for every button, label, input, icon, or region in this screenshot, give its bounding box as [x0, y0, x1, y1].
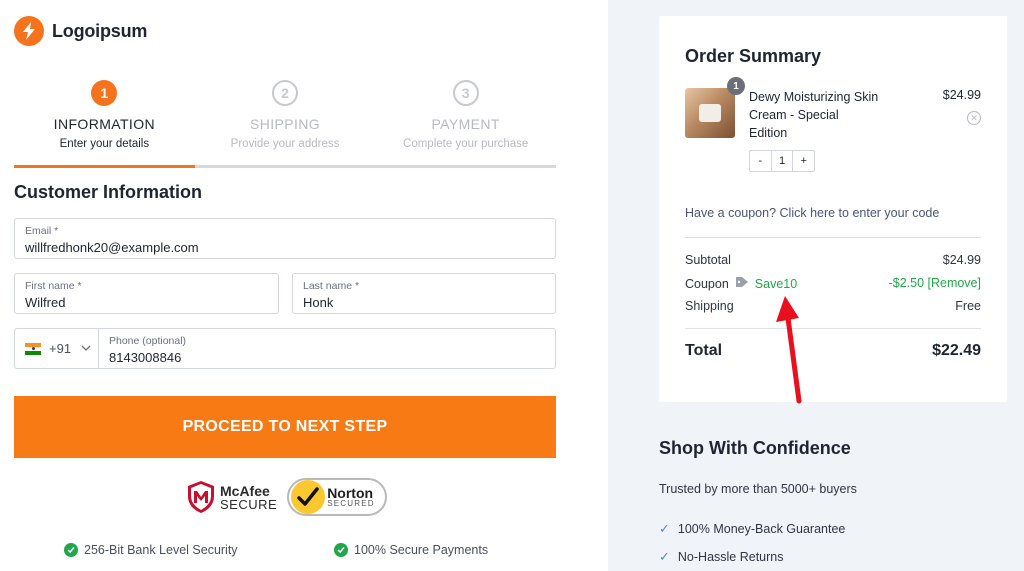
remove-item-icon[interactable]: ✕	[967, 111, 981, 125]
order-summary-heading: Order Summary	[685, 46, 822, 66]
country-code-select[interactable]: +91	[15, 329, 99, 368]
divider	[685, 328, 981, 329]
checkmark-icon: ✓	[659, 549, 670, 564]
coupon-code: Save10	[754, 276, 798, 291]
step-number: 3	[452, 80, 479, 106]
proceed-next-step-button[interactable]: PROCEED TO NEXT STEP	[14, 396, 556, 458]
norton-sub: SECURED	[327, 499, 375, 508]
subtotal-row: Subtotal $24.99	[685, 253, 981, 267]
checkout-steps: 1 INFORMATION Enter your details 2 SHIPP…	[14, 80, 557, 168]
shop-with-confidence-heading: Shop With Confidence	[659, 438, 851, 458]
product-name: Dewy Moisturizing Skin Cream - Special E…	[749, 90, 879, 140]
customer-information-heading: Customer Information	[14, 182, 203, 202]
confidence-item: ✓ 100% Money-Back Guarantee	[659, 521, 845, 537]
step-progress-bar	[14, 165, 195, 168]
last-name-value[interactable]: Honk	[303, 295, 545, 310]
country-code: +91	[49, 341, 72, 356]
phone-value[interactable]: 8143008846	[109, 350, 545, 365]
mcafee-shield-icon	[188, 481, 214, 513]
check-circle-icon	[64, 543, 78, 557]
step-title: SHIPPING	[249, 116, 321, 132]
coupon-prompt-link[interactable]: Have a coupon? Click here to enter your …	[685, 206, 939, 220]
shipping-value: Free	[955, 299, 981, 313]
shipping-row: Shipping Free	[685, 299, 981, 313]
tag-icon	[735, 276, 749, 291]
step-payment[interactable]: 3 PAYMENT Complete your purchase	[375, 80, 557, 168]
mcafee-secure-badge: McAfee SECURE	[186, 480, 277, 514]
total-value: $22.49	[932, 342, 981, 359]
trust-item: 256-Bit Bank Level Security	[64, 543, 238, 557]
step-subtitle: Provide your address	[230, 138, 340, 150]
step-shipping[interactable]: 2 SHIPPING Provide your address	[194, 80, 376, 168]
total-label: Total	[685, 342, 723, 359]
trust-item: 100% Secure Payments	[334, 543, 488, 557]
remove-coupon-link[interactable]: -$2.50 [Remove]	[889, 276, 981, 291]
increase-quantity-button[interactable]: +	[793, 151, 814, 171]
total-row: Total $22.49	[685, 342, 981, 360]
mcafee-name: McAfee	[220, 482, 270, 499]
email-value[interactable]: willfredhonk20@example.com	[25, 240, 545, 255]
norton-check-icon	[291, 480, 326, 514]
phone-label: Phone (optional)	[109, 335, 187, 347]
step-title: INFORMATION	[53, 116, 156, 132]
subtotal-label: Subtotal	[685, 253, 731, 267]
first-name-value[interactable]: Wilfred	[25, 295, 268, 310]
step-number: 1	[91, 80, 118, 106]
coupon-row: Coupon Save10 -$2.50 [Remove]	[685, 276, 981, 291]
last-name-field[interactable]: Last name * Honk	[292, 273, 556, 314]
chevron-down-icon	[81, 343, 91, 354]
mcafee-sub: SECURE	[220, 496, 278, 512]
checkmark-icon: ✓	[659, 521, 670, 536]
first-name-label: First name *	[25, 280, 82, 292]
brand-name: Logoipsum	[52, 20, 148, 41]
trust-item-label: 256-Bit Bank Level Security	[84, 543, 238, 557]
decrease-quantity-button[interactable]: -	[750, 151, 771, 171]
india-flag-icon	[25, 342, 41, 355]
step-subtitle: Complete your purchase	[403, 138, 529, 150]
quantity-badge: 1	[727, 77, 745, 95]
brand-logo[interactable]: Logoipsum	[14, 16, 147, 46]
step-title: PAYMENT	[431, 116, 500, 132]
phone-field[interactable]: +91 Phone (optional) 8143008846	[14, 328, 556, 369]
email-field[interactable]: Email * willfredhonk20@example.com	[14, 218, 556, 259]
confidence-subtitle: Trusted by more than 5000+ buyers	[659, 482, 857, 496]
check-circle-icon	[334, 543, 348, 557]
norton-secured-badge: Norton SECURED	[287, 478, 387, 516]
confidence-item-label: 100% Money-Back Guarantee	[677, 522, 846, 536]
confidence-item-label: No-Hassle Returns	[677, 550, 784, 564]
first-name-field[interactable]: First name * Wilfred	[14, 273, 279, 314]
step-progress-bar	[194, 165, 376, 168]
product-thumbnail	[685, 88, 735, 138]
last-name-label: Last name *	[303, 280, 360, 292]
product-price: $24.99	[942, 88, 981, 102]
subtotal-value: $24.99	[942, 253, 981, 267]
shipping-label: Shipping	[685, 299, 734, 313]
quantity-stepper[interactable]: - 1 +	[749, 150, 815, 172]
step-information[interactable]: 1 INFORMATION Enter your details	[14, 80, 195, 168]
security-badges: McAfee SECURE Norton SECURED	[186, 478, 387, 516]
order-summary-card: Order Summary 1 Dewy Moisturizing Skin C…	[659, 16, 1007, 402]
lightning-icon	[14, 16, 44, 46]
checkout-form-panel: Logoipsum 1 INFORMATION Enter your detai…	[0, 0, 608, 571]
divider	[685, 237, 981, 238]
trust-item-label: 100% Secure Payments	[354, 543, 489, 557]
email-label: Email *	[25, 225, 59, 237]
norton-name: Norton	[327, 485, 374, 501]
confidence-item: ✓ No-Hassle Returns	[659, 549, 784, 565]
order-sidebar: Order Summary 1 Dewy Moisturizing Skin C…	[608, 0, 1024, 571]
quantity-value[interactable]: 1	[770, 151, 794, 171]
step-progress-bar	[375, 165, 557, 168]
step-number: 2	[272, 80, 298, 106]
step-subtitle: Enter your details	[59, 138, 150, 150]
coupon-label: Coupon	[685, 276, 729, 291]
